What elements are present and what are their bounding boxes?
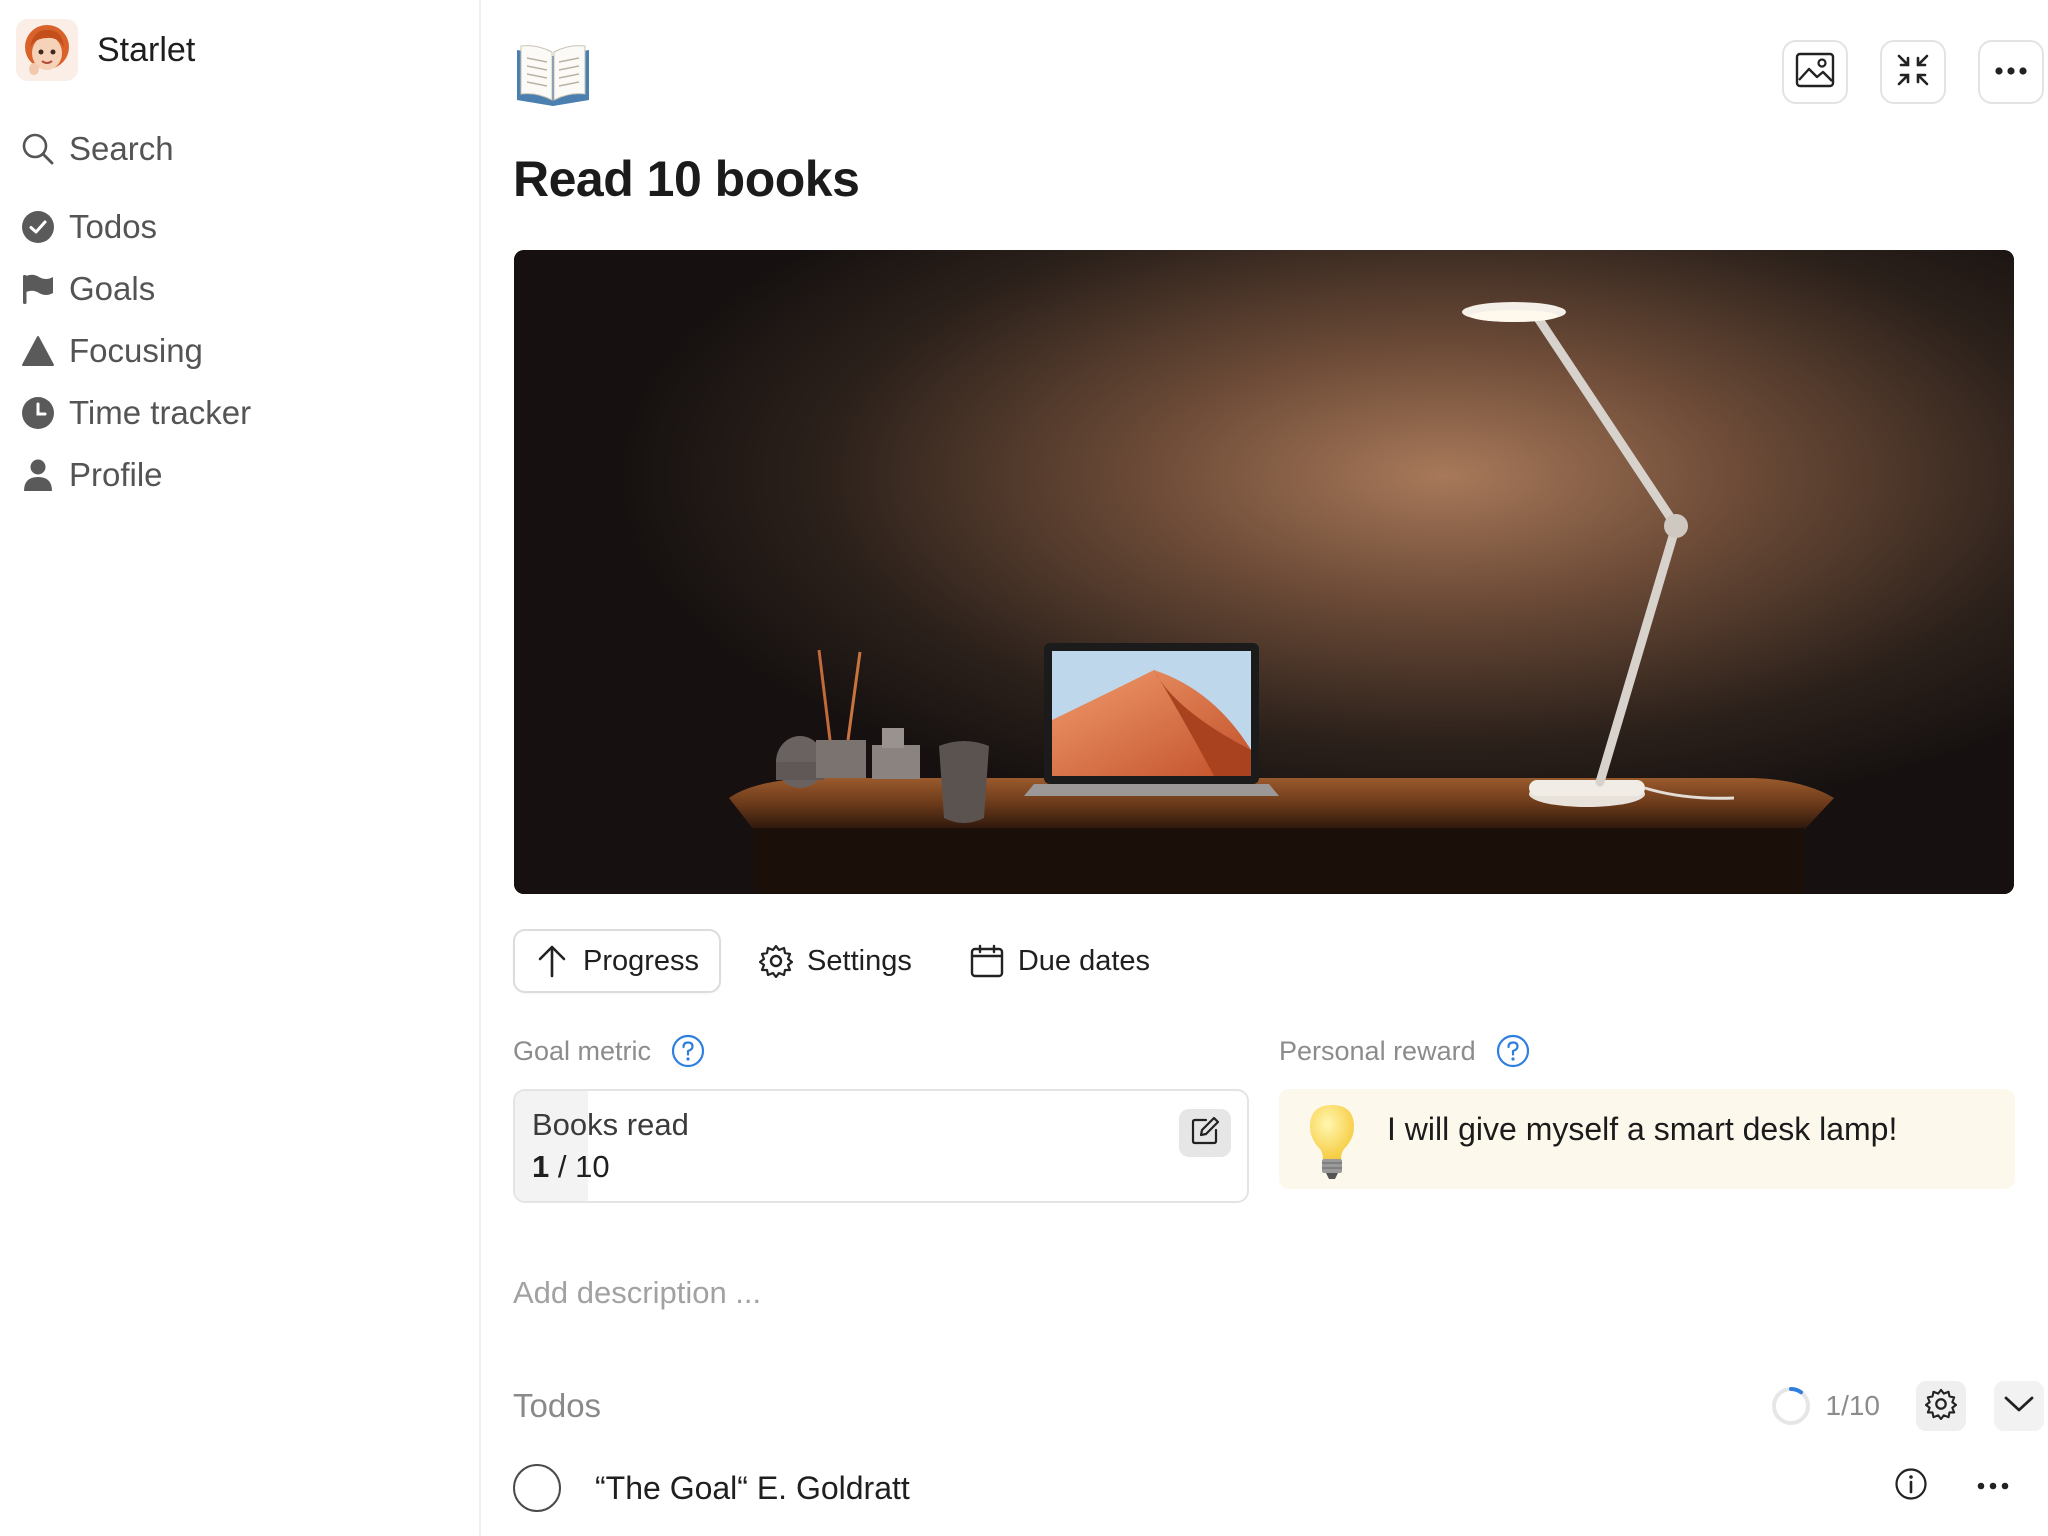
sidebar-item-label: Profile <box>69 456 163 493</box>
collapse-icon <box>1894 51 1932 94</box>
todos-settings-button[interactable] <box>1916 1381 1966 1431</box>
sidebar-item-label: Todos <box>69 208 158 245</box>
tab-label: Due dates <box>1017 944 1151 977</box>
chevron-down-icon <box>2003 1394 2035 1419</box>
help-icon[interactable] <box>671 1034 705 1068</box>
description-input[interactable]: Add description ... <box>513 1275 761 1311</box>
edit-icon <box>1190 1116 1220 1151</box>
triangle-icon <box>20 333 56 369</box>
help-icon[interactable] <box>1496 1034 1530 1068</box>
todo-info-button[interactable] <box>1889 1464 1933 1508</box>
more-icon <box>1977 1477 2009 1495</box>
sidebar: Starlet Search Todos Goals Focusing Time… <box>0 0 481 1536</box>
sidebar-item-profile[interactable]: Profile <box>20 444 460 506</box>
goal-metric-current: 1 <box>532 1149 550 1184</box>
tab-label: Progress <box>583 944 700 977</box>
collapse-button[interactable] <box>1880 40 1946 104</box>
more-icon <box>1994 63 2028 81</box>
info-icon <box>1894 1467 1928 1506</box>
goal-metric-card[interactable]: Books read 1 / 10 <box>513 1089 1249 1203</box>
sidebar-item-label: Focusing <box>69 332 203 369</box>
clock-icon <box>20 395 56 431</box>
todos-controls: 1/10 <box>1770 1381 2044 1431</box>
edit-metric-button[interactable] <box>1179 1109 1231 1157</box>
todo-text[interactable]: “The Goal“ E. Goldratt <box>595 1470 910 1507</box>
todo-checkbox[interactable] <box>513 1464 561 1512</box>
sidebar-item-goals[interactable]: Goals <box>20 258 460 320</box>
avatar <box>16 19 78 81</box>
sidebar-item-label: Time tracker <box>69 394 252 431</box>
goal-tabs: Progress Settings Due dates <box>513 929 1188 993</box>
goal-metric-label: Goal metric <box>513 1035 652 1066</box>
gear-icon <box>759 944 794 978</box>
tab-settings[interactable]: Settings <box>739 929 932 993</box>
change-cover-button[interactable] <box>1782 40 1848 104</box>
goal-metric-value: 1 / 10 <box>532 1149 610 1185</box>
page-actions <box>1782 40 2044 104</box>
open-book-icon[interactable] <box>513 36 593 108</box>
tab-due-dates[interactable]: Due dates <box>950 929 1170 993</box>
goal-metric-target: 10 <box>575 1149 610 1184</box>
goal-metric-separator: / <box>549 1149 576 1184</box>
tab-progress[interactable]: Progress <box>513 929 722 993</box>
goal-metric-heading: Goal metric <box>513 1034 705 1068</box>
page-title[interactable]: Read 10 books <box>513 150 860 208</box>
sidebar-item-label: Search <box>69 130 174 167</box>
arrow-up-icon <box>535 944 569 978</box>
sidebar-item-label: Goals <box>69 270 156 307</box>
todos-section-title: Todos <box>513 1387 602 1424</box>
sidebar-item-todos[interactable]: Todos <box>20 196 460 258</box>
flag-icon <box>20 271 56 307</box>
person-icon <box>20 457 56 493</box>
sidebar-item-focusing[interactable]: Focusing <box>20 320 460 382</box>
sidebar-item-time-tracker[interactable]: Time tracker <box>20 382 460 444</box>
todos-collapse-button[interactable] <box>1994 1381 2044 1431</box>
gear-icon <box>1924 1388 1958 1425</box>
search-icon <box>20 131 56 167</box>
progress-ring-icon <box>1770 1385 1812 1427</box>
calendar-icon <box>970 944 1004 978</box>
light-bulb-icon <box>1307 1103 1357 1183</box>
tab-label: Settings <box>807 944 912 977</box>
image-icon <box>1795 52 1835 93</box>
user-profile[interactable]: Starlet <box>16 18 195 82</box>
personal-reward-label: Personal reward <box>1279 1035 1476 1066</box>
todo-actions <box>1889 1464 2015 1508</box>
personal-reward-text: I will give myself a smart desk lamp! <box>1387 1111 1898 1147</box>
redhead-woman-avatar-icon <box>25 25 69 75</box>
more-options-button[interactable] <box>1978 40 2044 104</box>
sidebar-nav: Search Todos Goals Focusing Time tracker <box>20 118 460 506</box>
todo-more-button[interactable] <box>1971 1464 2015 1508</box>
personal-reward-card[interactable]: I will give myself a smart desk lamp! <box>1279 1089 2015 1189</box>
goal-metric-name: Books read <box>532 1107 689 1142</box>
todos-count: 1/10 <box>1825 1390 1881 1421</box>
personal-reward-heading: Personal reward <box>1279 1034 1530 1068</box>
goal-page: Read 10 books Progress Settings Due date… <box>483 0 2048 1536</box>
check-circle-icon <box>20 209 56 245</box>
sidebar-item-search[interactable]: Search <box>20 118 460 180</box>
desk-lamp-laptop-cover-image <box>514 250 2014 894</box>
todo-item[interactable]: “The Goal“ E. Goldratt <box>513 1460 2015 1516</box>
user-name: Starlet <box>97 30 196 69</box>
cover-image <box>514 250 2014 894</box>
